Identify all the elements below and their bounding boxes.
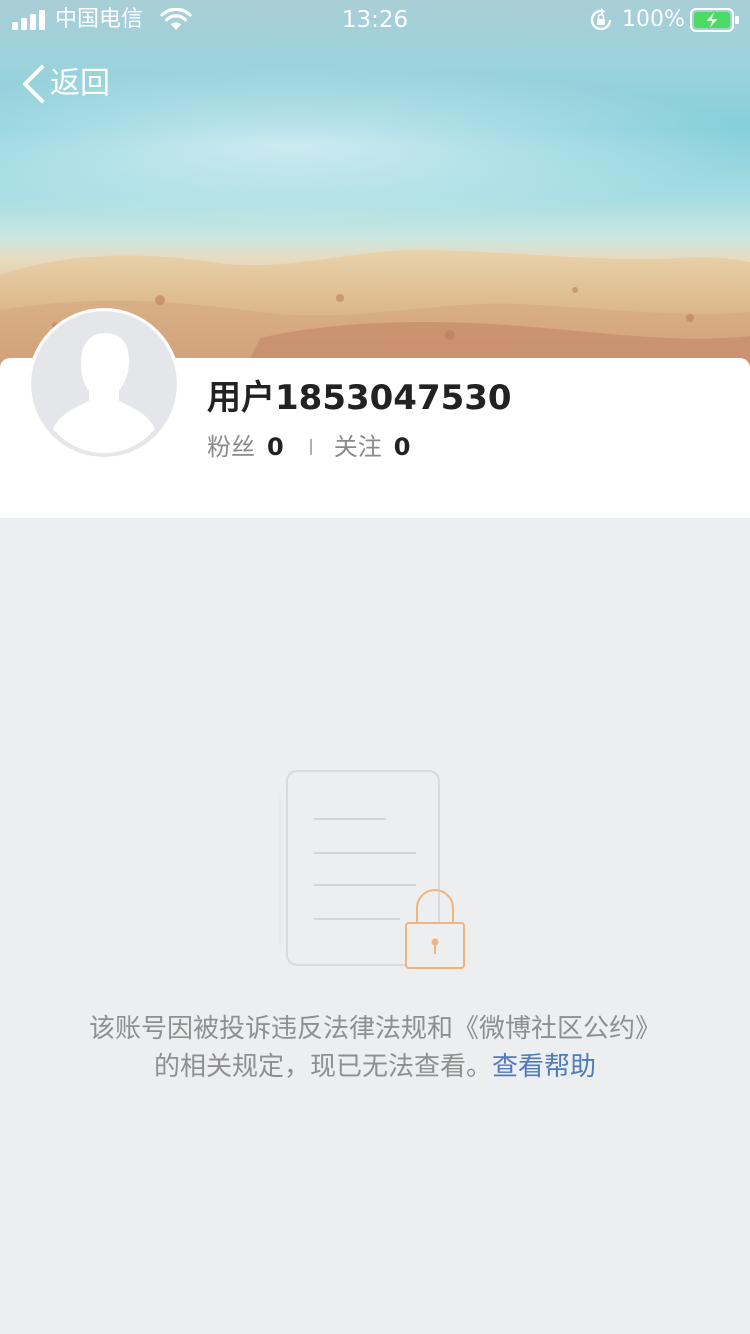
battery-percentage: 100% bbox=[622, 7, 685, 32]
default-avatar-icon bbox=[31, 311, 177, 457]
chevron-left-icon bbox=[23, 65, 44, 103]
back-button[interactable]: 返回 bbox=[20, 62, 110, 106]
rotation-lock-icon bbox=[590, 8, 612, 31]
help-link[interactable]: 查看帮助 bbox=[492, 1052, 596, 1082]
following-count: 0 bbox=[393, 433, 411, 461]
locked-document-icon bbox=[279, 770, 465, 969]
followers-stat[interactable]: 粉丝 0 bbox=[207, 430, 284, 464]
following-label: 关注 bbox=[333, 433, 382, 461]
battery-charging-icon bbox=[690, 8, 739, 32]
followers-label: 粉丝 bbox=[207, 433, 255, 461]
avatar[interactable] bbox=[28, 308, 180, 460]
back-label: 返回 bbox=[50, 66, 110, 101]
profile-stats: 粉丝 0 关注 0 bbox=[207, 430, 410, 464]
followers-count: 0 bbox=[267, 433, 284, 461]
following-stat[interactable]: 关注 0 bbox=[334, 430, 411, 464]
username: 用户1853047530 bbox=[207, 378, 512, 418]
status-bar: 中国电信 13:26 100% bbox=[0, 0, 750, 40]
stats-divider bbox=[309, 439, 312, 455]
blocked-account-message: 该账号因被投诉违反法律法规和《微博社区公约》的相关规定，现已无法查看。查看帮助 bbox=[85, 1010, 665, 1086]
